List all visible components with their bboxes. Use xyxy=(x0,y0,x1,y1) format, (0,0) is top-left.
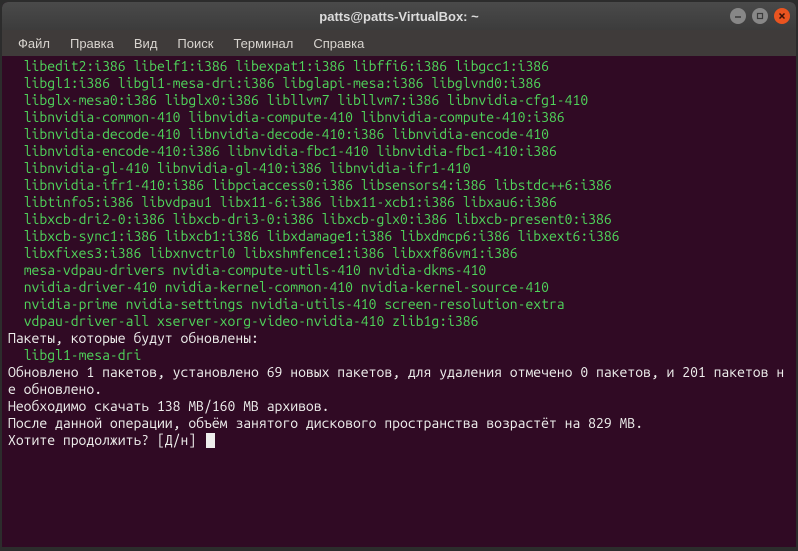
summary-line: Необходимо скачать 138 MB/160 MB архивов… xyxy=(8,398,329,414)
pkg-line: libedit2:i386 libelf1:i386 libexpat1:i38… xyxy=(8,58,549,74)
pkg-line: libnvidia-gl-410 libnvidia-gl-410:i386 l… xyxy=(8,160,471,176)
pkg-line: mesa-vdpau-drivers nvidia-compute-utils-… xyxy=(8,262,486,278)
close-button[interactable] xyxy=(774,8,790,24)
pkg-line: libgl1:i386 libgl1-mesa-dri:i386 libglap… xyxy=(8,75,541,91)
pkg-line: nvidia-driver-410 nvidia-kernel-common-4… xyxy=(8,279,549,295)
pkg-line: libnvidia-decode-410 libnvidia-decode-41… xyxy=(8,126,549,142)
menu-file[interactable]: Файл xyxy=(10,33,58,54)
pkg-line: libnvidia-ifr1-410:i386 libpciaccess0:i3… xyxy=(8,177,612,193)
terminal-output[interactable]: libedit2:i386 libelf1:i386 libexpat1:i38… xyxy=(2,56,796,547)
menubar: Файл Правка Вид Поиск Терминал Справка xyxy=(2,30,796,56)
pkg-line: libtinfo5:i386 libvdpau1 libx11-6:i386 l… xyxy=(8,194,557,210)
pkg-line: libglx-mesa0:i386 libglx0:i386 libllvm7 … xyxy=(8,92,588,108)
upgrade-pkg: libgl1-mesa-dri xyxy=(8,347,141,363)
pkg-line: libxcb-sync1:i386 libxcb1:i386 libxdamag… xyxy=(8,228,620,244)
pkg-line: libnvidia-common-410 libnvidia-compute-4… xyxy=(8,109,565,125)
window-controls xyxy=(730,8,790,24)
terminal-window: patts@patts-VirtualBox: ~ Файл Правка Ви… xyxy=(2,2,796,547)
pkg-line: vdpau-driver-all xserver-xorg-video-nvid… xyxy=(8,313,478,329)
cursor-icon xyxy=(206,433,215,448)
titlebar[interactable]: patts@patts-VirtualBox: ~ xyxy=(2,2,796,30)
maximize-button[interactable] xyxy=(752,8,768,24)
menu-help[interactable]: Справка xyxy=(305,33,372,54)
menu-search[interactable]: Поиск xyxy=(169,33,221,54)
continue-prompt: Хотите продолжить? [Д/н] xyxy=(8,432,204,448)
pkg-line: nvidia-prime nvidia-settings nvidia-util… xyxy=(8,296,565,312)
summary-line: После данной операции, объём занятого ди… xyxy=(8,415,643,431)
window-title: patts@patts-VirtualBox: ~ xyxy=(319,9,478,24)
upgrade-header: Пакеты, которые будут обновлены: xyxy=(8,330,259,346)
pkg-line: libxfixes3:i386 libxnvctrl0 libxshmfence… xyxy=(8,245,518,261)
minimize-button[interactable] xyxy=(730,8,746,24)
pkg-line: libxcb-dri2-0:i386 libxcb-dri3-0:i386 li… xyxy=(8,211,612,227)
menu-terminal[interactable]: Терминал xyxy=(225,33,301,54)
menu-view[interactable]: Вид xyxy=(126,33,166,54)
menu-edit[interactable]: Правка xyxy=(62,33,122,54)
summary-line: Обновлено 1 пакетов, установлено 69 новы… xyxy=(8,364,784,397)
pkg-line: libnvidia-encode-410:i386 libnvidia-fbc1… xyxy=(8,143,557,159)
